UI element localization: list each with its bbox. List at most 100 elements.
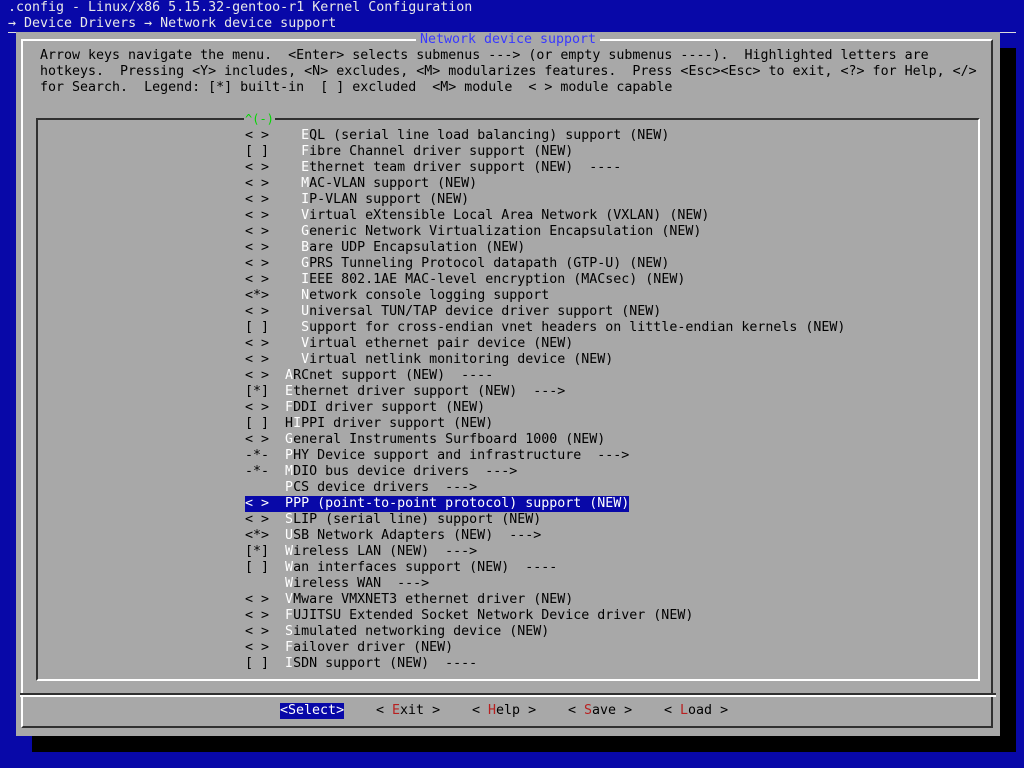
menu-item-state[interactable]: <*> — [245, 288, 269, 303]
menu-item-label: PPI driver support (NEW) — [301, 416, 494, 431]
menu-item[interactable]: [ ] ISDN support (NEW) ---- — [245, 656, 477, 672]
menu-item-state[interactable]: < > — [245, 496, 269, 511]
menu-item[interactable]: < > FDDI driver support (NEW) — [245, 400, 485, 416]
menu-item-state[interactable]: [ ] — [245, 320, 269, 335]
menu-item[interactable]: < > Bare UDP Encapsulation (NEW) — [245, 240, 525, 256]
menu-item-label: imulated networking device (NEW) — [293, 624, 550, 639]
menu-item[interactable]: < > Universal TUN/TAP device driver supp… — [245, 304, 661, 320]
menu-item-state[interactable]: < > — [245, 352, 269, 367]
menu-item-hotkey: V — [285, 592, 294, 607]
menuconfig-dialog: Network device support Arrow keys naviga… — [16, 32, 1000, 736]
button-separator — [20, 693, 996, 697]
menu-item[interactable]: < > Virtual netlink monitoring device (N… — [245, 352, 613, 368]
menu-item-hotkey: M — [285, 464, 294, 479]
menu-item-gap — [269, 192, 301, 207]
menu-item[interactable]: < > MAC-VLAN support (NEW) — [245, 176, 477, 192]
menu-item[interactable]: [*] Ethernet driver support (NEW) ---> — [245, 384, 565, 400]
menu-item-state[interactable]: < > — [245, 208, 269, 223]
menu-item[interactable]: [*] Wireless LAN (NEW) ---> — [245, 544, 477, 560]
menu-item-state[interactable]: < > — [245, 640, 269, 655]
menu-item[interactable]: < > Simulated networking device (NEW) — [245, 624, 549, 640]
menu-item-label: an interfaces support (NEW) ---- — [293, 560, 558, 575]
breadcrumb: → Device Drivers → Network device suppor… — [8, 16, 1016, 33]
menu-item[interactable]: < > FUJITSU Extended Socket Network Devi… — [245, 608, 693, 624]
menu-item[interactable]: < > EQL (serial line load balancing) sup… — [245, 128, 669, 144]
menu-item[interactable]: < > Generic Network Virtualization Encap… — [245, 224, 701, 240]
menu-item[interactable]: < > Failover driver (NEW) — [245, 640, 453, 656]
menu-item-state[interactable]: <*> — [245, 528, 269, 543]
menu-item-state[interactable]: [*] — [245, 544, 269, 559]
menu-item-label: P-VLAN support (NEW) — [309, 192, 470, 207]
menu-item-state[interactable]: < > — [245, 624, 269, 639]
menu-item-state[interactable]: [ ] — [245, 416, 269, 431]
menu-item-gap — [269, 608, 285, 623]
menu-item[interactable]: <*> USB Network Adapters (NEW) ---> — [245, 528, 541, 544]
menu-item-label: RCnet support (NEW) ---- — [293, 368, 494, 383]
menu-item-state[interactable]: < > — [245, 192, 269, 207]
menu-item[interactable]: < > PPP (point-to-point protocol) suppor… — [245, 496, 630, 512]
menu-item-state[interactable]: < > — [245, 368, 269, 383]
load-button[interactable]: < Load > — [664, 703, 728, 719]
menu-item[interactable]: < > Virtual eXtensible Local Area Networ… — [245, 208, 709, 224]
menu-item[interactable]: < > IEEE 802.1AE MAC-level encryption (M… — [245, 272, 685, 288]
menu-item-state[interactable] — [245, 480, 269, 495]
menu-item[interactable]: [ ] HIPPI driver support (NEW) — [245, 416, 493, 432]
menu-item-state[interactable]: -*- — [245, 464, 269, 479]
menu-item[interactable]: [ ] Fibre Channel driver support (NEW) — [245, 144, 573, 160]
menu-item[interactable]: <*> Network console logging support — [245, 288, 549, 304]
menu-item-state[interactable]: < > — [245, 256, 269, 271]
menu-item[interactable]: Wireless WAN ---> — [245, 576, 429, 592]
menu-item[interactable]: < > ARCnet support (NEW) ---- — [245, 368, 493, 384]
menu-item[interactable]: -*- MDIO bus device drivers ---> — [245, 464, 517, 480]
menu-item-hotkey: G — [301, 256, 310, 271]
menu-item-hotkey: V — [301, 352, 310, 367]
menu-item[interactable]: [ ] Support for cross-endian vnet header… — [245, 320, 845, 336]
menu-item-hotkey: V — [301, 208, 310, 223]
menu-list[interactable]: ^(-) < > EQL (serial line load balancing… — [36, 111, 980, 681]
menu-item-state[interactable]: < > — [245, 592, 269, 607]
menu-item-gap — [269, 336, 301, 351]
menu-item[interactable]: < > IP-VLAN support (NEW) — [245, 192, 469, 208]
menu-item-gap — [269, 496, 285, 511]
menu-item-state[interactable]: < > — [245, 128, 269, 143]
menu-item-gap — [269, 560, 285, 575]
menu-item-label: niversal TUN/TAP device driver support (… — [309, 304, 662, 319]
menu-item-gap — [269, 448, 285, 463]
menu-item-state[interactable]: < > — [245, 432, 269, 447]
menu-item-hotkey: G — [285, 432, 294, 447]
menu-item[interactable]: < > Ethernet team driver support (NEW) -… — [245, 160, 621, 176]
menu-item-state[interactable] — [245, 576, 269, 591]
menu-item[interactable]: PCS device drivers ---> — [245, 480, 477, 496]
menu-item-state[interactable]: -*- — [245, 448, 269, 463]
menu-item-state[interactable]: < > — [245, 224, 269, 239]
menu-item-hotkey: F — [285, 640, 294, 655]
menu-item-state[interactable]: [ ] — [245, 560, 269, 575]
menu-item[interactable]: < > Virtual ethernet pair device (NEW) — [245, 336, 573, 352]
menu-item-state[interactable]: < > — [245, 176, 269, 191]
menu-item[interactable]: < > SLIP (serial line) support (NEW) — [245, 512, 541, 528]
menu-item-state[interactable]: < > — [245, 608, 269, 623]
exit-button[interactable]: < Exit > — [376, 703, 440, 719]
menu-item-state[interactable]: < > — [245, 240, 269, 255]
menu-item-state[interactable]: < > — [245, 512, 269, 527]
menu-item-state[interactable]: < > — [245, 272, 269, 287]
save-button[interactable]: < Save > — [568, 703, 632, 719]
help-button[interactable]: < Help > — [472, 703, 536, 719]
menu-item[interactable]: < > GPRS Tunneling Protocol datapath (GT… — [245, 256, 669, 272]
menu-item-label: SDN support (NEW) ---- — [293, 656, 478, 671]
menu-item[interactable]: [ ] Wan interfaces support (NEW) ---- — [245, 560, 557, 576]
menu-item-hotkey: I — [301, 192, 310, 207]
menu-item-state[interactable]: [*] — [245, 384, 269, 399]
menu-item-gap — [269, 400, 285, 415]
menu-item-state[interactable]: < > — [245, 304, 269, 319]
menu-item-state[interactable]: [ ] — [245, 656, 269, 671]
select-button[interactable]: <Select> — [280, 703, 345, 719]
menu-item[interactable]: -*- PHY Device support and infrastructur… — [245, 448, 629, 464]
menu-item-state[interactable]: < > — [245, 400, 269, 415]
menu-item-state[interactable]: < > — [245, 160, 269, 175]
menu-item-label: thernet driver support (NEW) ---> — [293, 384, 566, 399]
menu-item[interactable]: < > VMware VMXNET3 ethernet driver (NEW) — [245, 592, 573, 608]
menu-item[interactable]: < > General Instruments Surfboard 1000 (… — [245, 432, 605, 448]
menu-item-state[interactable]: < > — [245, 336, 269, 351]
menu-item-state[interactable]: [ ] — [245, 144, 269, 159]
